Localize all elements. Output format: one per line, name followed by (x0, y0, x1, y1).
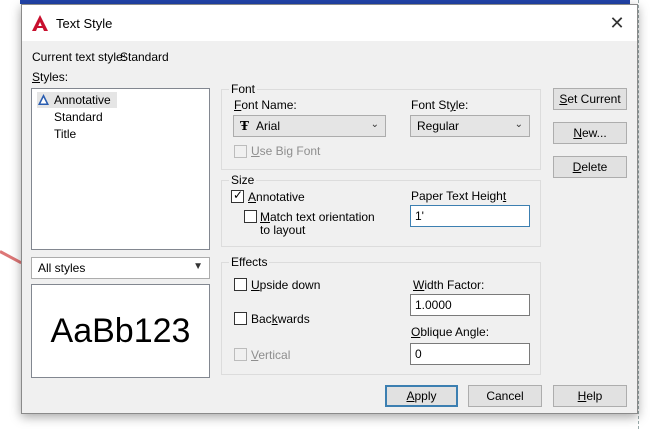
use-big-font-label: Use Big Font (251, 144, 321, 158)
preview-text: AaBb123 (50, 312, 191, 350)
use-big-font-checkbox[interactable] (234, 145, 247, 158)
paper-height-label: Paper Text Height (411, 189, 507, 203)
chevron-down-icon: ⌄ (514, 119, 523, 130)
width-factor-label: Width Factor: (413, 278, 485, 292)
vertical-label: Vertical (251, 348, 291, 362)
truetype-font-icon: Ŧ (240, 119, 249, 133)
upside-down-checkbox[interactable] (234, 278, 247, 291)
oblique-angle-label: Oblique Angle: (411, 325, 490, 339)
apply-button[interactable]: Apply (385, 385, 458, 407)
font-style-value: Regular (417, 119, 460, 133)
current-style-label: Current text style: (32, 50, 127, 64)
backwards-label: Backwards (251, 312, 310, 326)
set-current-button[interactable]: Set Current (553, 88, 627, 110)
text-preview: AaBb123 (31, 284, 210, 378)
list-item[interactable]: Title (54, 126, 76, 142)
background-geometry (0, 250, 22, 265)
annotative-label: Annotative (248, 190, 305, 204)
help-button[interactable]: Help (553, 385, 627, 407)
font-style-label: Font Style: (411, 98, 469, 112)
cancel-button[interactable]: Cancel (468, 385, 542, 407)
font-name-value: Arial (256, 119, 281, 133)
annotative-icon (38, 94, 49, 105)
font-name-select[interactable]: Ŧ Arial ⌄ (233, 115, 386, 137)
styles-filter-value: All styles (38, 261, 86, 275)
autocad-app-icon (32, 15, 48, 31)
font-group-title: Font (229, 82, 258, 96)
delete-button[interactable]: Delete (553, 156, 627, 178)
match-orientation-label-line2: to layout (260, 223, 306, 237)
font-style-select[interactable]: Regular ⌄ (410, 115, 530, 137)
text-style-dialog: Text Style ✕ Current text style: Standar… (21, 4, 638, 414)
paper-height-input[interactable]: 1' (410, 205, 530, 227)
styles-filter-select[interactable]: All styles ▼ (31, 257, 210, 279)
chevron-down-icon: ⌄ (370, 119, 379, 130)
match-orientation-label: Match text orientation (260, 210, 375, 224)
checkmark-icon: ✓ (233, 188, 244, 202)
styles-label: Styles: (32, 70, 69, 84)
backwards-checkbox[interactable] (234, 312, 247, 325)
font-name-label: Font Name: (234, 98, 297, 112)
styles-list[interactable]: Annotative Standard Title (31, 88, 210, 250)
background-guide-line (638, 0, 639, 429)
vertical-checkbox[interactable] (234, 348, 247, 361)
current-style-value: Standard (120, 50, 169, 64)
new-button[interactable]: New... (553, 122, 627, 144)
title-bar: Text Style ✕ (22, 5, 637, 41)
size-group-title: Size (229, 173, 257, 187)
list-item[interactable]: Annotative (37, 92, 117, 108)
list-item[interactable]: Standard (54, 109, 103, 125)
window-title: Text Style (56, 16, 113, 31)
oblique-angle-input[interactable]: 0 (410, 343, 530, 365)
chevron-down-icon: ▼ (193, 261, 203, 272)
match-orientation-checkbox[interactable] (244, 210, 257, 223)
upside-down-label: Upside down (251, 278, 321, 292)
width-factor-input[interactable]: 1.0000 (410, 294, 530, 316)
annotative-checkbox[interactable]: ✓ (231, 188, 244, 203)
effects-group-title: Effects (229, 255, 270, 269)
close-icon[interactable]: ✕ (605, 11, 629, 35)
style-name: Annotative (54, 93, 111, 107)
